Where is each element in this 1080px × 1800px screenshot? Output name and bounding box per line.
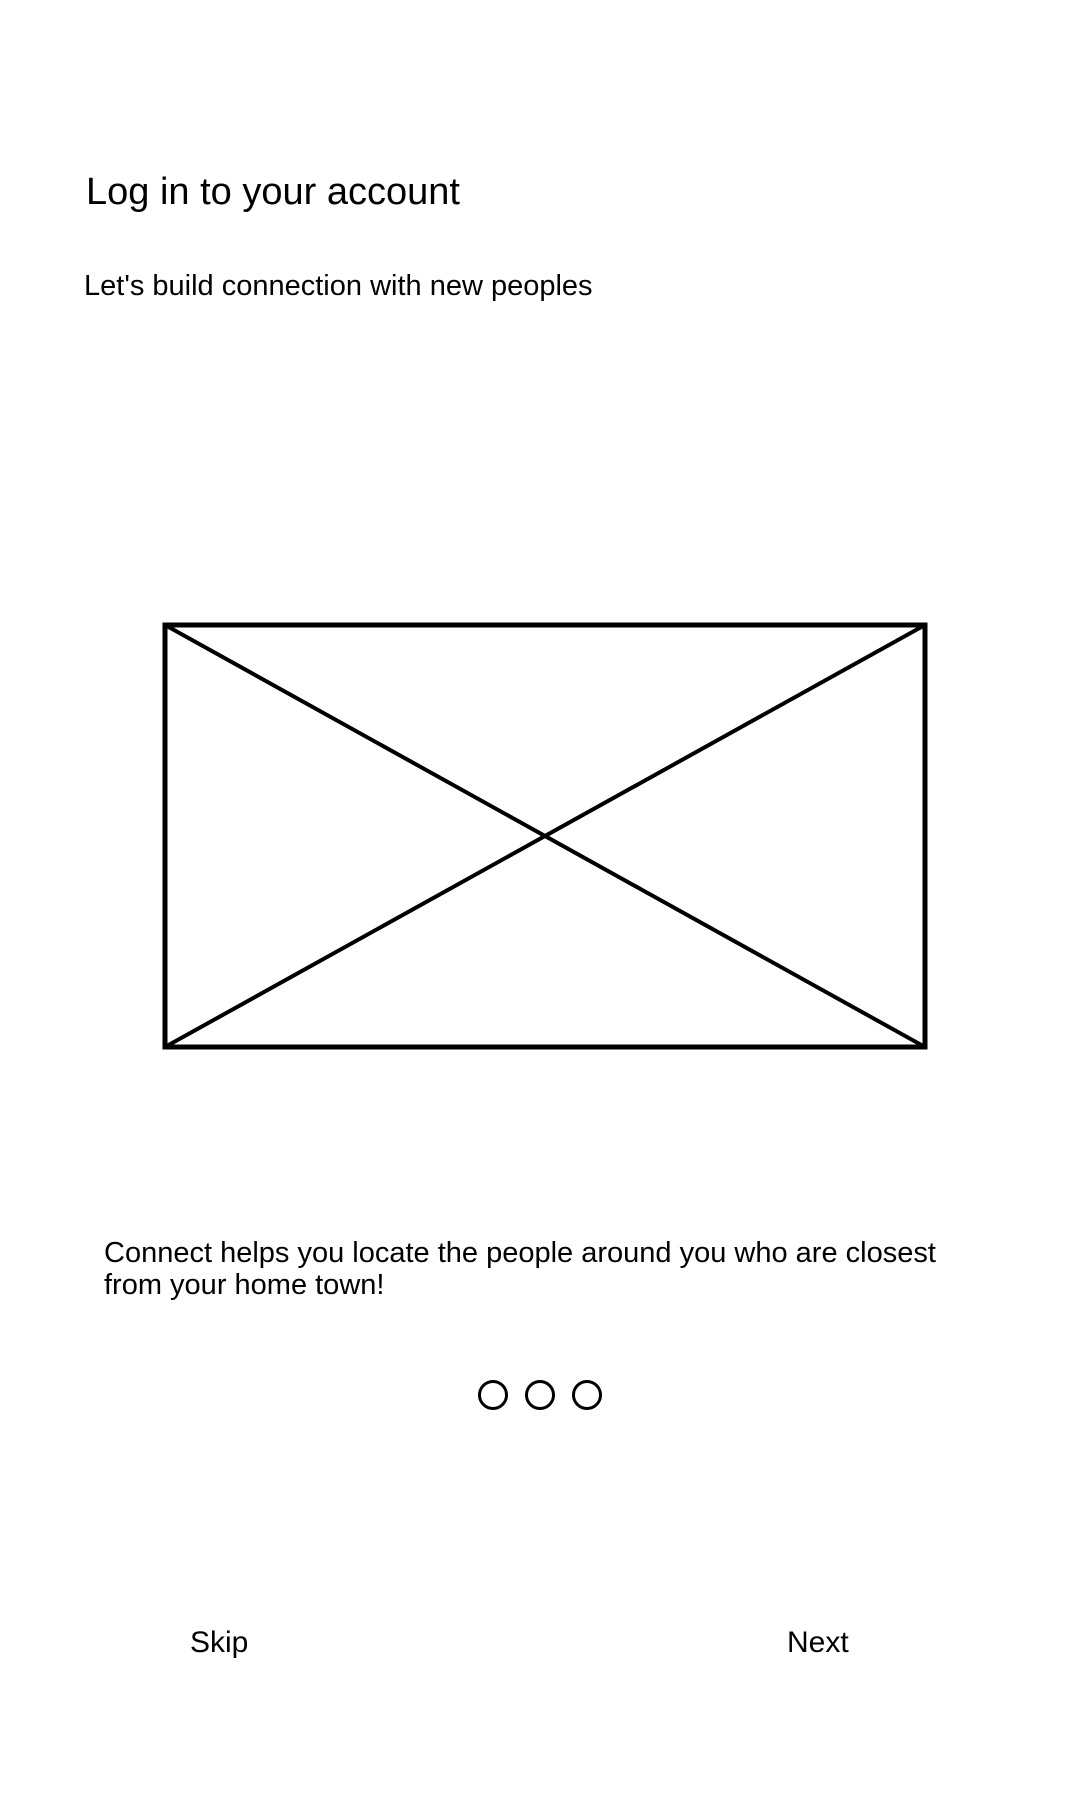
page-title: Log in to your account [86,171,460,213]
page-indicator-2[interactable] [525,1380,555,1410]
image-placeholder-icon [162,622,928,1050]
pagination-dots [478,1380,602,1410]
page-subtitle: Let's build connection with new peoples [84,270,593,302]
page-indicator-3[interactable] [572,1380,602,1410]
page-indicator-1[interactable] [478,1380,508,1410]
next-button[interactable]: Next [787,1624,849,1662]
skip-button[interactable]: Skip [190,1624,248,1662]
image-placeholder [162,622,928,1050]
onboarding-description: Connect helps you locate the people arou… [104,1237,936,1301]
